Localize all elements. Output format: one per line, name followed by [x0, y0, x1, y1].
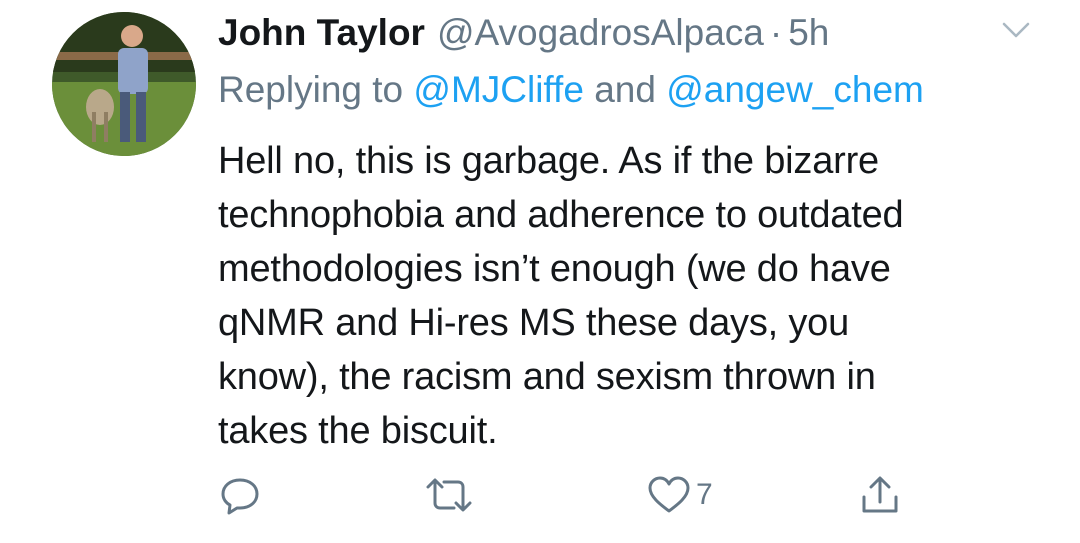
tweet-text-line: technophobia and adherence to outdated	[218, 194, 904, 236]
replying-to-label: Replying to	[218, 69, 404, 110]
tweet-text-line: Hell no, this is garbage. As if the biza…	[218, 140, 879, 182]
avatar-image	[52, 12, 196, 156]
tweet-menu-button[interactable]	[998, 18, 1034, 44]
like-count: 7	[696, 478, 713, 511]
author-name[interactable]: John Taylor	[218, 8, 425, 58]
tweet-text-line: methodologies isn’t enough (we do have	[218, 248, 891, 290]
tweet-text-line: qNMR and Hi-res MS these days, you	[218, 302, 849, 344]
replying-to: Replying to @MJCliffe and @angew_chem	[218, 66, 924, 114]
tweet-actions: 7	[0, 470, 1080, 520]
mention-link[interactable]: @angew_chem	[666, 69, 924, 110]
author-handle[interactable]: @AvogadrosAlpaca	[437, 8, 764, 58]
speech-bubble-icon	[221, 478, 259, 515]
replying-to-and: and	[594, 69, 656, 110]
reply-button[interactable]	[218, 470, 266, 520]
tweet[interactable]: John Taylor @AvogadrosAlpaca · 5h Replyi…	[0, 0, 1080, 543]
separator-dot: ·	[769, 12, 783, 53]
timestamp[interactable]: 5h	[788, 8, 829, 58]
like-button[interactable]: 7	[646, 470, 713, 520]
share-icon	[862, 476, 898, 513]
retweet-icon	[426, 478, 472, 512]
retweet-button[interactable]	[424, 470, 478, 520]
tweet-text-line: know), the racism and sexism thrown in	[218, 356, 876, 398]
mention-link[interactable]: @MJCliffe	[413, 69, 584, 110]
heart-icon	[648, 476, 690, 513]
avatar[interactable]	[52, 12, 196, 156]
tweet-header: John Taylor @AvogadrosAlpaca · 5h	[218, 8, 829, 58]
tweet-text: Hell no, this is garbage. As if the biza…	[218, 134, 1048, 458]
chevron-down-icon	[1002, 22, 1030, 38]
tweet-text-line: takes the biscuit.	[218, 410, 498, 452]
share-button[interactable]	[858, 470, 906, 520]
